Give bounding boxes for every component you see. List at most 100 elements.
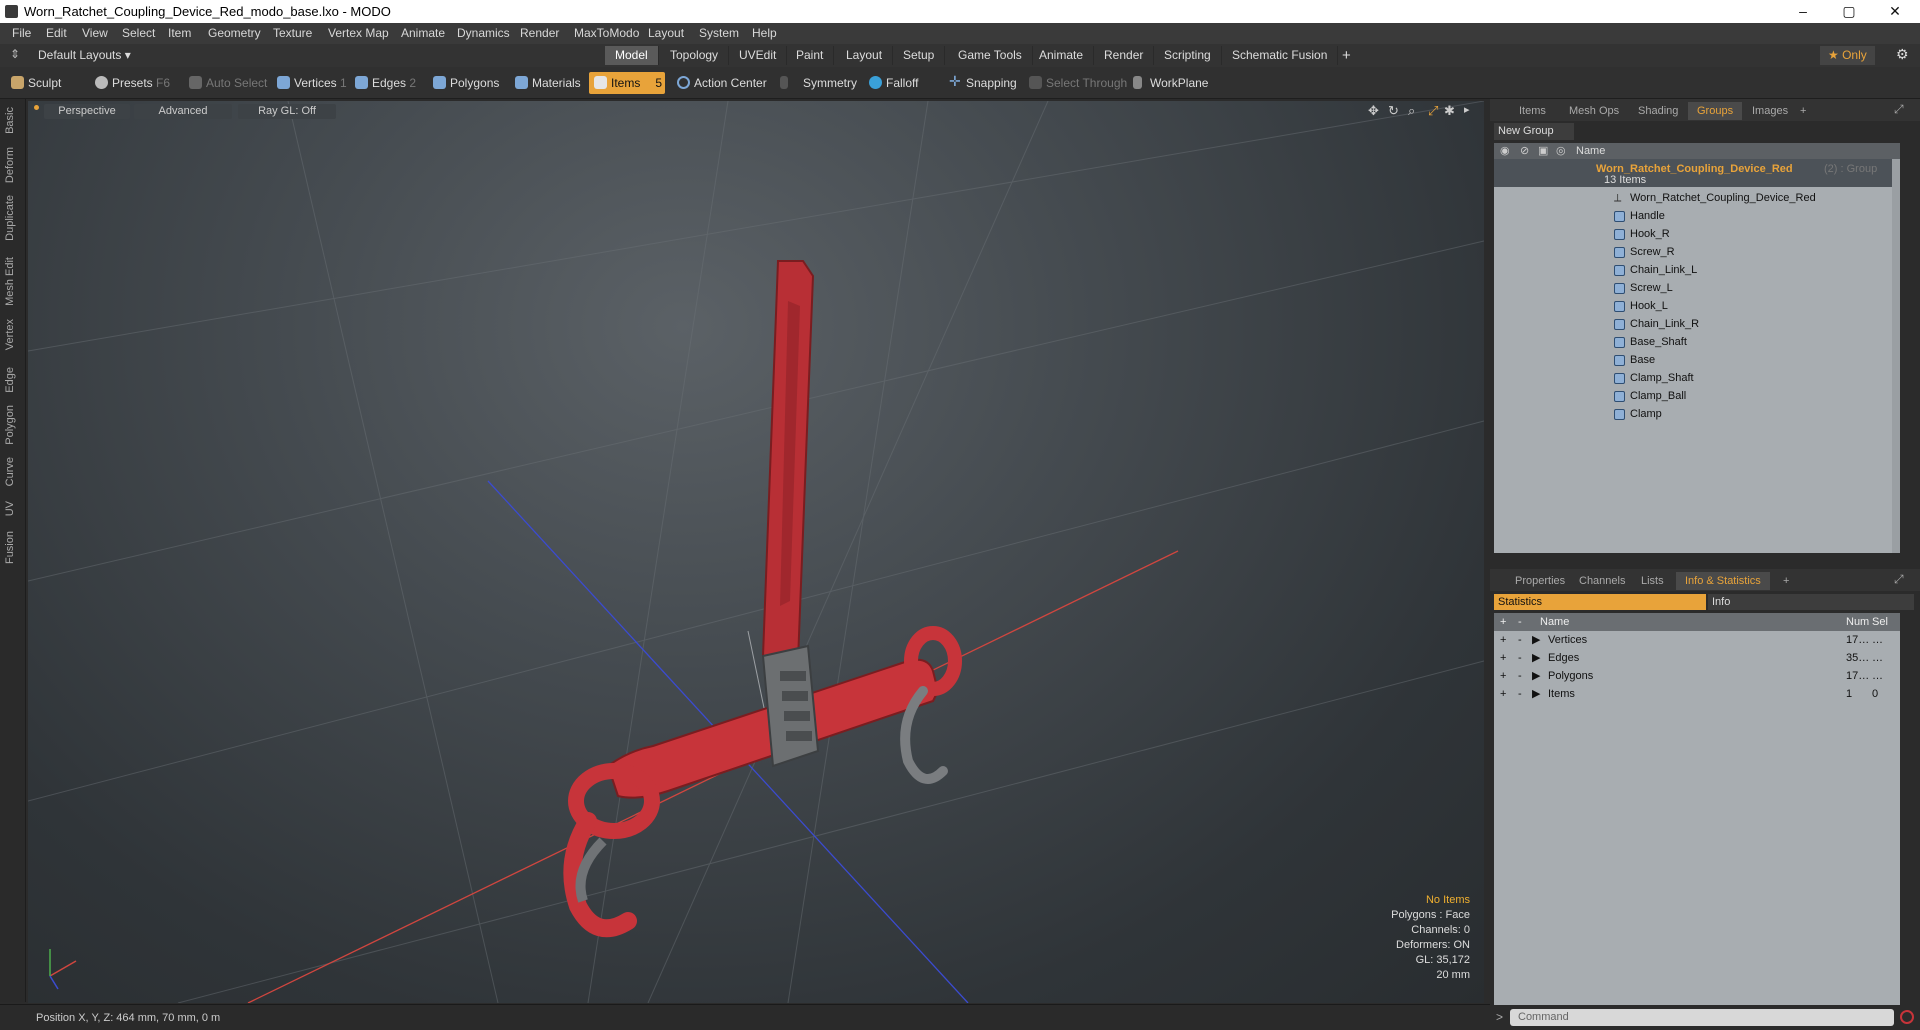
polygons-button[interactable]: Polygons [428, 72, 505, 94]
left-tab-polygon[interactable]: Polygon [4, 405, 16, 445]
new-group-button[interactable]: New Group [1494, 123, 1574, 140]
left-tab-edge[interactable]: Edge [4, 367, 16, 393]
record-icon[interactable] [1900, 1010, 1914, 1024]
shading-mode-button[interactable]: Advanced [134, 104, 232, 119]
menu-select[interactable]: Select [122, 26, 155, 40]
close-button[interactable]: ✕ [1872, 0, 1918, 23]
materials-button[interactable]: Materials [510, 72, 587, 94]
add-icon[interactable]: + [1500, 613, 1506, 631]
items-button[interactable]: Items 5 [589, 72, 665, 94]
auto-select-button[interactable]: Auto Select [184, 72, 273, 94]
left-tab-deform[interactable]: Deform [4, 147, 16, 183]
tab-uvedit[interactable]: UVEdit [729, 46, 788, 65]
add-tab-button[interactable]: + [1332, 46, 1361, 65]
snapping-button[interactable]: ✛ Snapping [944, 72, 1023, 94]
menu-edit[interactable]: Edit [46, 26, 67, 40]
view-mode-button[interactable]: Perspective [44, 104, 130, 119]
tab-model[interactable]: Model [605, 46, 659, 65]
group-item-row[interactable]: Screw_R [1494, 243, 1900, 261]
statistics-row[interactable]: + - ▶ Polygons 17… … [1494, 667, 1900, 685]
group-item-row[interactable]: Hook_R [1494, 225, 1900, 243]
falloff-button[interactable]: Falloff [864, 72, 924, 94]
tab-topology[interactable]: Topology [660, 46, 730, 65]
tab-mesh-ops[interactable]: Mesh Ops [1560, 102, 1628, 120]
menu-item[interactable]: Item [168, 26, 191, 40]
statistics-row[interactable]: + - ▶ Items 1 0 [1494, 685, 1900, 703]
tab-properties[interactable]: Properties [1506, 572, 1574, 590]
left-tab-curve[interactable]: Curve [4, 457, 16, 486]
left-tab-fusion[interactable]: Fusion [4, 531, 16, 564]
group-item-row[interactable]: Clamp_Ball [1494, 387, 1900, 405]
statistics-row[interactable]: + - ▶ Edges 35… … [1494, 649, 1900, 667]
group-item-row[interactable]: Clamp [1494, 405, 1900, 423]
panel-expand-icon[interactable]: ⤢ [1894, 102, 1904, 117]
tab-layout[interactable]: Layout [836, 46, 894, 65]
raygl-button[interactable]: Ray GL: Off [238, 104, 336, 119]
presets-button[interactable]: Presets F6 [90, 72, 176, 94]
menu-geometry[interactable]: Geometry [208, 26, 261, 40]
menu-render[interactable]: Render [520, 26, 559, 40]
group-item-row[interactable]: Chain_Link_R [1494, 315, 1900, 333]
menu-file[interactable]: File [12, 26, 31, 40]
minimize-button[interactable]: – [1780, 0, 1826, 23]
group-item-row[interactable]: Base [1494, 351, 1900, 369]
viewport-expand-icon[interactable]: ▸ [1464, 103, 1470, 116]
menu-help[interactable]: Help [752, 26, 777, 40]
tab-lists[interactable]: Lists [1632, 572, 1673, 590]
group-item-row[interactable]: Base_Shaft [1494, 333, 1900, 351]
tab-shading[interactable]: Shading [1629, 102, 1687, 120]
group-item-row[interactable]: Hook_L [1494, 297, 1900, 315]
render-icon[interactable]: ◎ [1556, 143, 1566, 159]
group-item-row[interactable]: Chain_Link_L [1494, 261, 1900, 279]
tab-groups[interactable]: Groups [1688, 102, 1743, 120]
menu-view[interactable]: View [82, 26, 108, 40]
zoom-icon[interactable]: ⌕ [1408, 103, 1415, 119]
remove-icon[interactable]: - [1518, 613, 1522, 631]
tab-info-statistics[interactable]: Info & Statistics [1676, 572, 1770, 590]
maximize-button[interactable]: ▢ [1826, 0, 1872, 23]
lock-icon[interactable]: ⊘ [1520, 143, 1529, 159]
add-info-tab-button[interactable]: + [1774, 572, 1798, 590]
menu-animate[interactable]: Animate [401, 26, 445, 40]
left-tab-uv[interactable]: UV [4, 501, 16, 516]
expand-arrow-icon[interactable]: ▶ [1532, 685, 1540, 703]
visibility-icon[interactable]: ◉ [1500, 143, 1510, 159]
gear-icon[interactable]: ⚙ [1896, 46, 1909, 63]
left-tab-mesh-edit[interactable]: Mesh Edit [4, 257, 16, 306]
tab-items[interactable]: Items [1510, 102, 1555, 120]
edges-button[interactable]: Edges 2 [350, 72, 422, 94]
tab-paint[interactable]: Paint [786, 46, 835, 65]
menu-vertex-map[interactable]: Vertex Map [328, 26, 389, 40]
groups-scrollbar[interactable] [1892, 159, 1900, 553]
layout-dropdown[interactable]: Default Layouts ▾ [38, 48, 131, 62]
command-input[interactable]: Command [1510, 1009, 1894, 1026]
workplane-button[interactable]: WorkPlane [1128, 72, 1214, 94]
expand-arrow-icon[interactable]: ▶ [1532, 649, 1540, 667]
menu-dynamics[interactable]: Dynamics [457, 26, 510, 40]
group-item-row[interactable]: Clamp_Shaft [1494, 369, 1900, 387]
menu-texture[interactable]: Texture [273, 26, 312, 40]
info-subtab[interactable]: Info [1708, 594, 1914, 610]
group-item-row[interactable]: ⟂ Worn_Ratchet_Coupling_Device_Red [1494, 189, 1900, 207]
pan-icon[interactable]: ✥ [1368, 103, 1379, 119]
left-tab-basic[interactable]: Basic [4, 107, 16, 134]
group-row[interactable]: Worn_Ratchet_Coupling_Device_Red (2) : G… [1494, 159, 1900, 187]
viewport-menu-dot[interactable] [34, 105, 39, 110]
expand-arrow-icon[interactable]: ▶ [1532, 667, 1540, 685]
statistics-row[interactable]: + - ▶ Vertices 17… … [1494, 631, 1900, 649]
select-through-button[interactable]: Select Through [1024, 72, 1133, 94]
fit-icon[interactable]: ⤢ [1428, 103, 1438, 119]
menu-maxtomodo[interactable]: MaxToModo [574, 26, 639, 40]
group-item-row[interactable]: Screw_L [1494, 279, 1900, 297]
add-panel-tab-button[interactable]: + [1791, 102, 1815, 120]
tab-scripting[interactable]: Scripting [1154, 46, 1222, 65]
tab-channels[interactable]: Channels [1570, 572, 1634, 590]
vertices-button[interactable]: Vertices 1 [272, 72, 353, 94]
select-icon[interactable]: ▣ [1538, 143, 1548, 159]
only-toggle[interactable]: ★ Only [1820, 46, 1875, 65]
statistics-subtab[interactable]: Statistics [1494, 594, 1706, 610]
layout-toggle-icon[interactable]: ⇕ [10, 47, 20, 61]
menu-system[interactable]: System [699, 26, 739, 40]
menu-layout[interactable]: Layout [648, 26, 684, 40]
3d-viewport[interactable]: Perspective Advanced Ray GL: Off ✥ ↻ ⌕ ⤢… [28, 101, 1484, 1003]
